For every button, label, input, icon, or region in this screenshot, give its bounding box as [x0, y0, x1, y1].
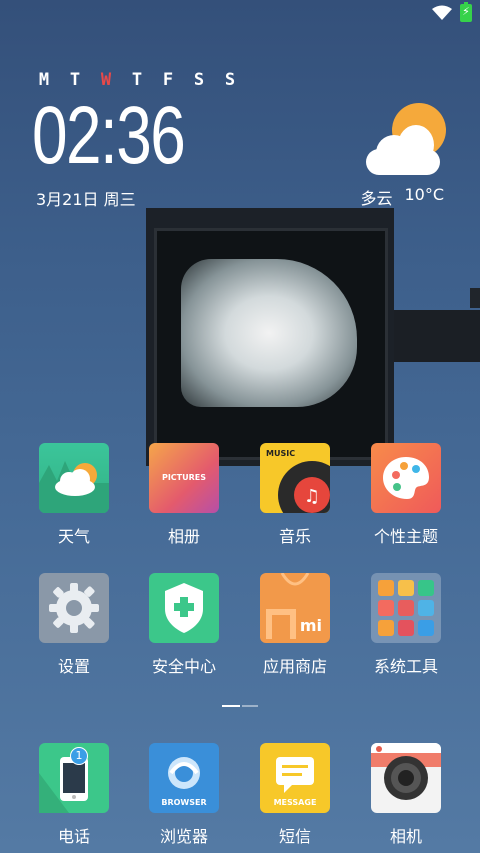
app-phone[interactable]: 1 电话 — [19, 743, 129, 847]
weekday-fri: F — [162, 70, 174, 90]
app-label: 天气 — [57, 527, 90, 546]
gallery-app-icon: PICTURES — [149, 443, 219, 513]
weekday-row: M T W T F S S — [36, 70, 238, 90]
weather-condition: 多云 — [360, 189, 393, 208]
svg-text:♫: ♫ — [304, 486, 320, 507]
app-label: 系统工具 — [373, 657, 438, 676]
weekday-mon: M — [38, 70, 50, 90]
gallery-icon-text: PICTURES — [161, 473, 207, 482]
app-security[interactable]: 安全中心 — [129, 573, 239, 677]
phone-badge: 1 — [70, 747, 88, 765]
weather-app-icon — [39, 443, 109, 513]
page-indicator-active — [222, 705, 240, 707]
weekday-sun: S — [224, 70, 236, 90]
themes-app-icon — [371, 443, 441, 513]
system-tools-folder-icon — [371, 573, 441, 643]
app-messages[interactable]: MESSAGE 短信 — [240, 743, 350, 847]
app-music[interactable]: MUSIC ♫ 音乐 — [240, 443, 350, 547]
weekday-thu: T — [131, 70, 143, 90]
wallpaper-lamp-arm — [394, 310, 480, 362]
app-label: 相机 — [389, 827, 422, 846]
weekday-wed: W — [100, 70, 112, 90]
page-indicator-inactive — [242, 705, 258, 707]
app-label: 安全中心 — [151, 657, 216, 676]
weekday-sat: S — [193, 70, 205, 90]
app-label: 设置 — [57, 657, 90, 676]
app-browser[interactable]: BROWSER 浏览器 — [129, 743, 239, 847]
wifi-icon — [432, 5, 452, 20]
security-app-icon — [149, 573, 219, 643]
app-themes[interactable]: 个性主题 — [351, 443, 461, 547]
app-label: 应用商店 — [262, 657, 327, 676]
messages-icon-text: MESSAGE — [273, 798, 317, 807]
app-label: 短信 — [278, 827, 311, 846]
app-gallery[interactable]: PICTURES 相册 — [129, 443, 239, 547]
app-label: 音乐 — [278, 527, 311, 546]
music-app-icon: MUSIC ♫ — [260, 443, 330, 513]
weather-summary[interactable]: 多云 10°C — [360, 185, 444, 209]
messages-app-icon: MESSAGE — [260, 743, 330, 813]
app-weather[interactable]: 天气 — [19, 443, 129, 547]
app-label: 浏览器 — [159, 827, 208, 846]
app-label: 相册 — [167, 527, 200, 546]
partly-cloudy-icon[interactable] — [366, 103, 446, 175]
app-store[interactable]: mi 应用商店 — [240, 573, 350, 677]
status-bar: ⚡ — [0, 0, 480, 26]
weather-temperature: 10°C — [404, 185, 444, 204]
page-indicator[interactable] — [222, 705, 258, 707]
weekday-tue: T — [69, 70, 81, 90]
camera-app-icon — [371, 743, 441, 813]
app-settings[interactable]: 设置 — [19, 573, 129, 677]
wallpaper-lamp-bracket — [470, 288, 480, 308]
app-store-icon: mi — [260, 573, 330, 643]
app-store-icon-text: mi — [299, 616, 322, 635]
clock-time[interactable]: 02:36 — [32, 95, 186, 177]
clock-date[interactable]: 3月21日 周三 — [36, 186, 136, 210]
app-folder-system-tools[interactable]: 系统工具 — [351, 573, 461, 677]
phone-app-icon: 1 — [39, 743, 109, 813]
app-label: 个性主题 — [373, 527, 438, 546]
app-label: 电话 — [57, 827, 90, 846]
browser-icon-text: BROWSER — [161, 798, 207, 807]
browser-app-icon: BROWSER — [149, 743, 219, 813]
app-camera[interactable]: 相机 — [351, 743, 461, 847]
wallpaper-lamp — [146, 208, 394, 466]
settings-app-icon — [39, 573, 109, 643]
battery-charging-icon: ⚡ — [460, 2, 472, 22]
